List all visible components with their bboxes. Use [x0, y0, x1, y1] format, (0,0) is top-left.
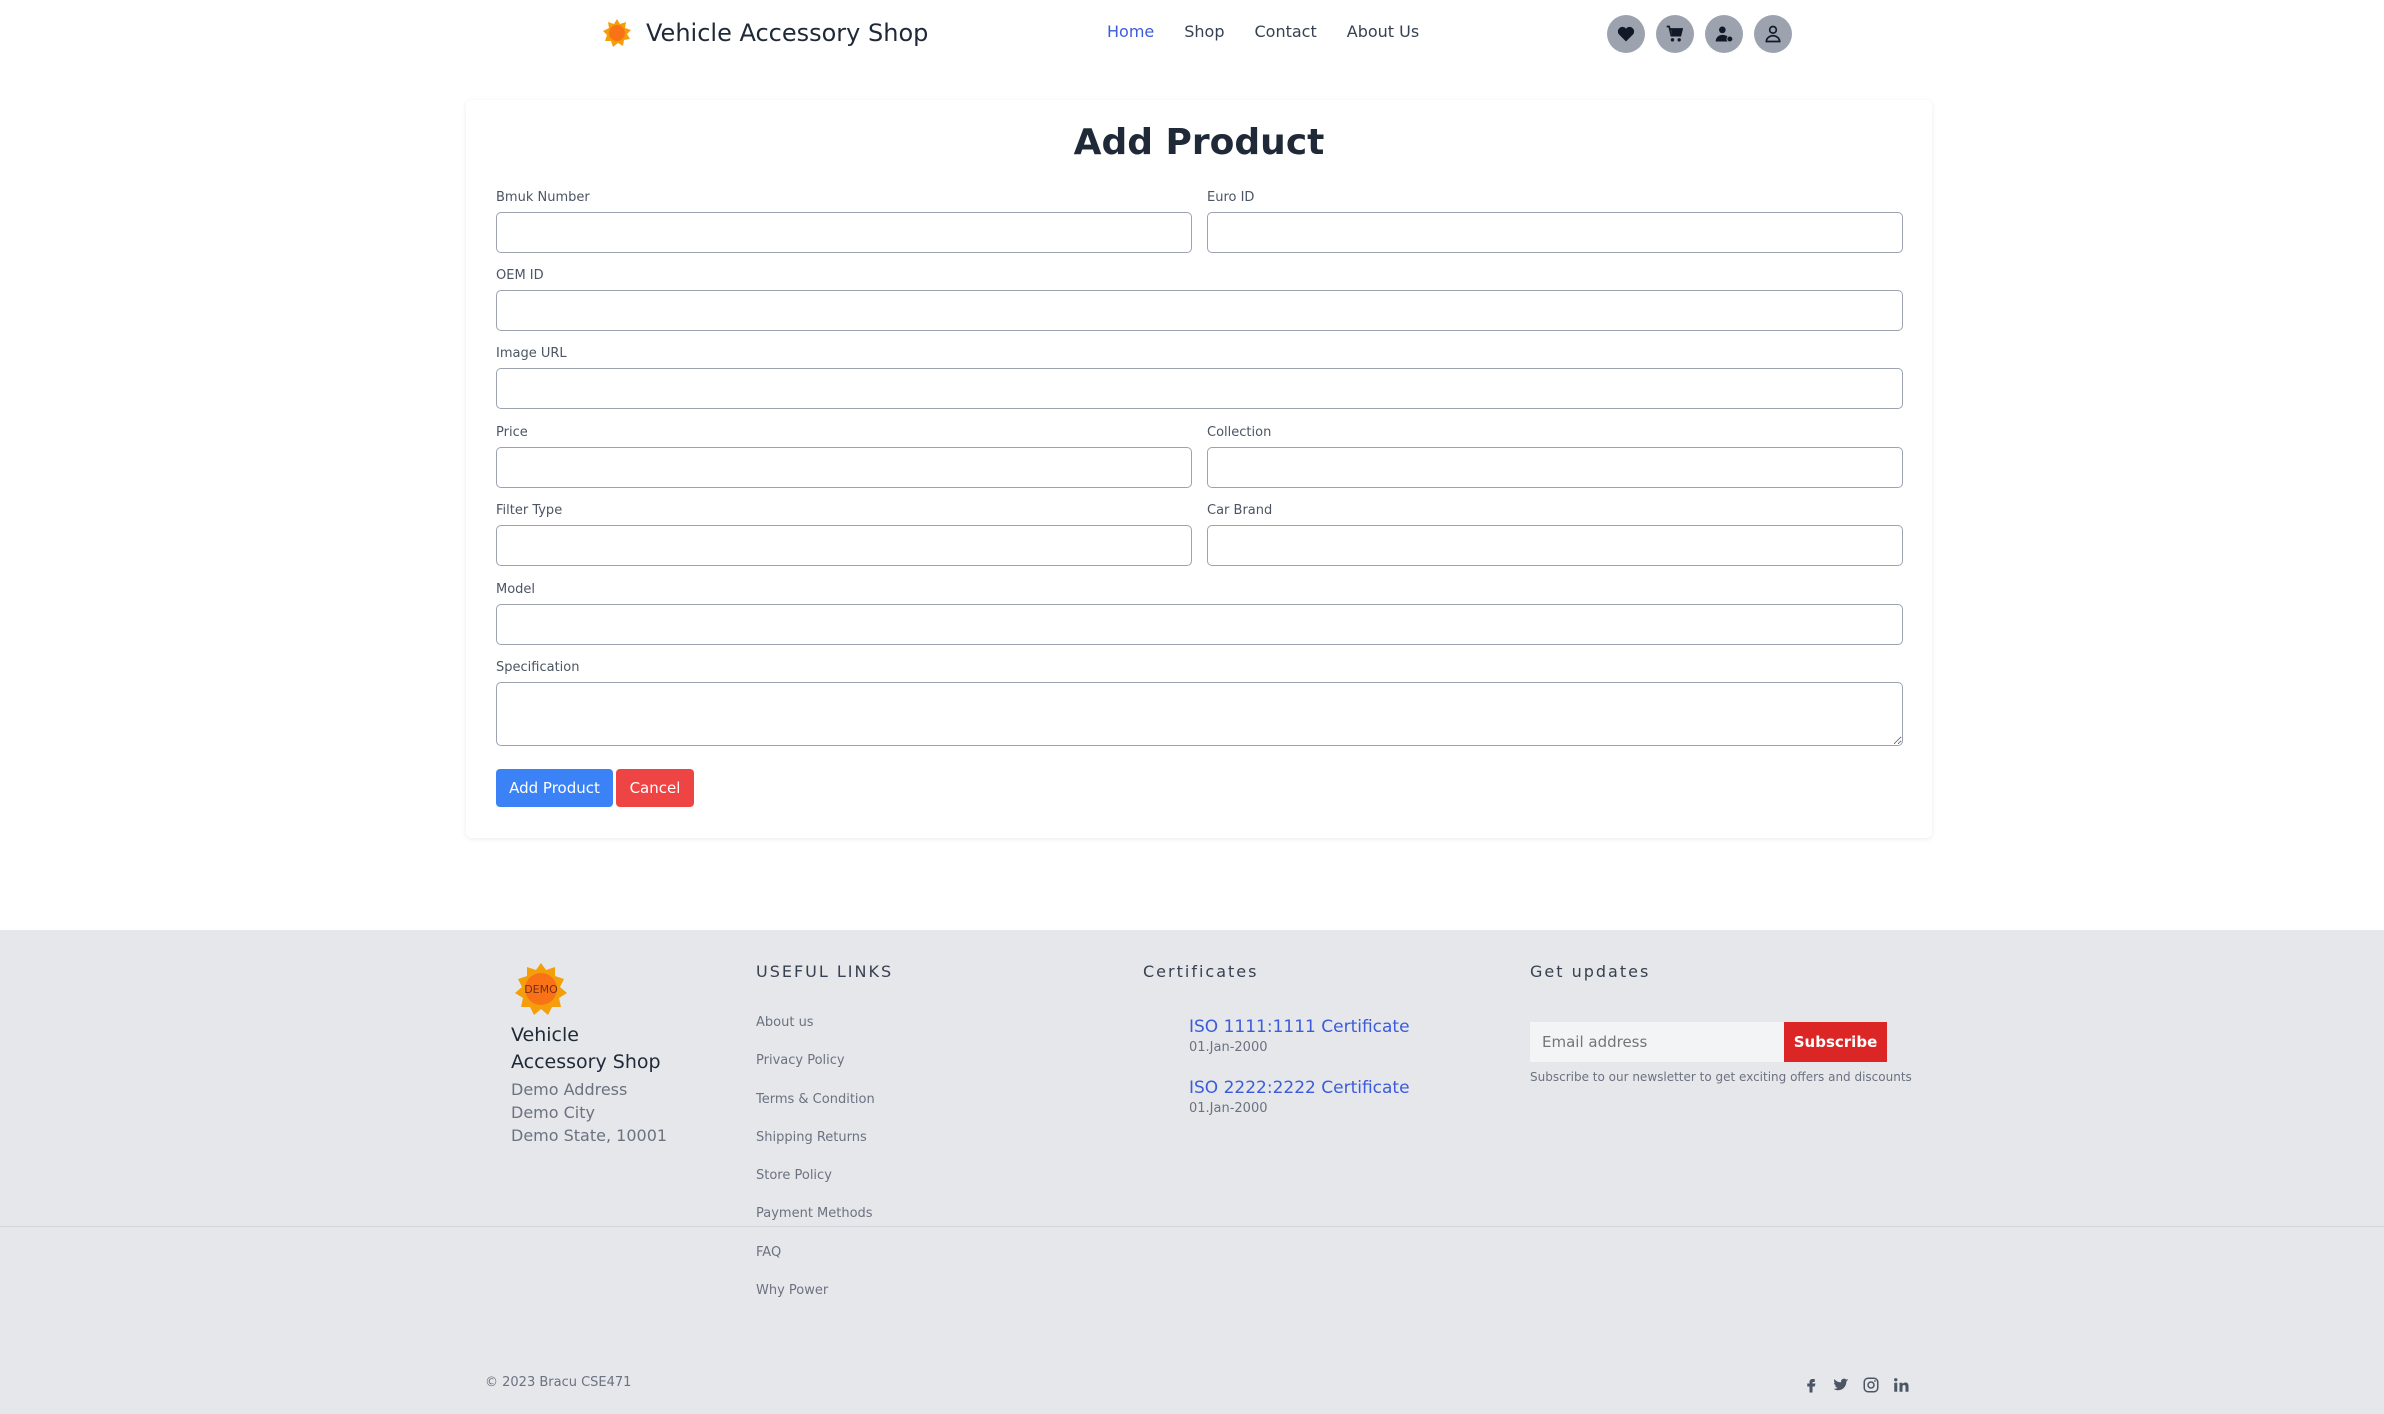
social-links — [1800, 1374, 1920, 1396]
nav-shop[interactable]: Shop — [1184, 22, 1224, 41]
footer-link-privacy-policy[interactable]: Privacy Policy — [756, 1053, 875, 1091]
certificate-link[interactable]: ISO 2222:2222 Certificate — [1189, 1078, 1410, 1098]
bmuk-number-input[interactable] — [496, 212, 1192, 253]
model-input[interactable] — [496, 604, 1903, 645]
footer-divider — [0, 1226, 2384, 1227]
filter-type-label: Filter Type — [496, 503, 563, 518]
header-icons — [1607, 15, 1803, 53]
useful-links-list: About us Privacy Policy Terms & Conditio… — [756, 1015, 875, 1321]
footer-link-why-power[interactable]: Why Power — [756, 1283, 875, 1321]
newsletter-form: Subscribe — [1530, 1022, 1887, 1062]
wishlist-button[interactable] — [1607, 15, 1645, 53]
twitter-link[interactable] — [1830, 1374, 1852, 1396]
main-nav: Home Shop Contact About Us — [1107, 22, 1449, 41]
linkedin-icon — [1894, 1378, 1909, 1392]
filter-type-input[interactable] — [496, 525, 1192, 566]
specification-label: Specification — [496, 660, 580, 675]
image-url-label: Image URL — [496, 346, 567, 361]
instagram-icon — [1863, 1377, 1879, 1393]
facebook-icon — [1807, 1379, 1816, 1393]
newsletter-email-input[interactable] — [1530, 1022, 1784, 1062]
nav-contact[interactable]: Contact — [1255, 22, 1317, 41]
get-updates-heading: Get updates — [1530, 962, 1651, 981]
footer-logo-text: DEMO — [524, 983, 558, 996]
car-brand-label: Car Brand — [1207, 503, 1273, 518]
brand-logo-icon — [603, 19, 631, 47]
nav-about-us[interactable]: About Us — [1347, 22, 1419, 41]
collection-field-group: Collection — [1207, 425, 1903, 488]
linkedin-link[interactable] — [1890, 1374, 1912, 1396]
filter-type-field-group: Filter Type — [496, 503, 1192, 566]
euro-id-input[interactable] — [1207, 212, 1903, 253]
car-brand-input[interactable] — [1207, 525, 1903, 566]
admin-button[interactable] — [1705, 15, 1743, 53]
cart-icon — [1666, 25, 1684, 42]
euro-id-label: Euro ID — [1207, 190, 1255, 205]
facebook-link[interactable] — [1800, 1374, 1822, 1396]
oem-id-label: OEM ID — [496, 268, 544, 283]
nav-home[interactable]: Home — [1107, 22, 1154, 41]
address-line: Demo City — [511, 1103, 595, 1122]
footer-link-shipping-returns[interactable]: Shipping Returns — [756, 1130, 875, 1168]
specification-textarea[interactable] — [496, 682, 1903, 746]
footer-logo-icon: DEMO — [515, 963, 567, 1015]
add-product-card: Add Product Bmuk Number Euro ID OEM ID I… — [466, 100, 1932, 838]
price-label: Price — [496, 425, 528, 440]
page-title: Add Product — [1073, 122, 1325, 163]
instagram-link[interactable] — [1860, 1374, 1882, 1396]
oem-id-input[interactable] — [496, 290, 1903, 331]
cart-button[interactable] — [1656, 15, 1694, 53]
model-field-group: Model — [496, 582, 1903, 645]
bmuk-number-label: Bmuk Number — [496, 190, 590, 205]
user-settings-icon — [1715, 26, 1734, 43]
model-label: Model — [496, 582, 536, 597]
image-url-input[interactable] — [496, 368, 1903, 409]
price-input[interactable] — [496, 447, 1192, 488]
add-product-button[interactable]: Add Product — [496, 769, 613, 807]
address-line: Demo State, 10001 — [511, 1126, 668, 1145]
certificate-item: ISO 2222:2222 Certificate 01.Jan-2000 — [1189, 1078, 1410, 1116]
brand-name: Vehicle Accessory Shop — [646, 19, 929, 47]
footer-link-about-us[interactable]: About us — [756, 1015, 875, 1053]
brand[interactable]: Vehicle Accessory Shop — [602, 18, 928, 48]
bmuk-number-field-group: Bmuk Number — [496, 190, 1192, 253]
certificate-link[interactable]: ISO 1111:1111 Certificate — [1189, 1017, 1410, 1037]
footer-link-faq[interactable]: FAQ — [756, 1245, 875, 1283]
heart-icon — [1617, 26, 1635, 42]
newsletter-note: Subscribe to our newsletter to get excit… — [1530, 1070, 1912, 1084]
footer-link-payment-methods[interactable]: Payment Methods — [756, 1206, 875, 1244]
account-button[interactable] — [1754, 15, 1792, 53]
useful-links-heading: USEFUL LINKS — [756, 962, 894, 981]
certificate-date: 01.Jan-2000 — [1189, 1101, 1268, 1116]
collection-label: Collection — [1207, 425, 1272, 440]
collection-input[interactable] — [1207, 447, 1903, 488]
site-footer: DEMO Vehicle Accessory Shop Demo Address… — [0, 930, 2384, 1414]
image-url-field-group: Image URL — [496, 346, 1903, 409]
footer-address: Demo Address Demo City Demo State, 10001 — [511, 1078, 667, 1147]
twitter-icon — [1833, 1378, 1849, 1391]
site-header: Vehicle Accessory Shop Home Shop Contact… — [0, 0, 2384, 68]
specification-field-group: Specification — [496, 660, 1903, 746]
euro-id-field-group: Euro ID — [1207, 190, 1903, 253]
user-icon — [1765, 25, 1781, 43]
car-brand-field-group: Car Brand — [1207, 503, 1903, 566]
certificate-date: 01.Jan-2000 — [1189, 1040, 1268, 1055]
price-field-group: Price — [496, 425, 1192, 488]
cancel-button[interactable]: Cancel — [616, 769, 694, 807]
certificate-item: ISO 1111:1111 Certificate 01.Jan-2000 — [1189, 1017, 1410, 1055]
footer-brand-name: Vehicle Accessory Shop — [511, 1024, 661, 1073]
footer-link-store-policy[interactable]: Store Policy — [756, 1168, 875, 1206]
certificates-heading: Certificates — [1143, 962, 1259, 981]
oem-id-field-group: OEM ID — [496, 268, 1903, 331]
address-line: Demo Address — [511, 1080, 628, 1099]
copyright-text: © 2023 Bracu CSE471 — [485, 1375, 632, 1390]
subscribe-button[interactable]: Subscribe — [1784, 1022, 1887, 1062]
footer-link-terms[interactable]: Terms & Condition — [756, 1092, 875, 1130]
